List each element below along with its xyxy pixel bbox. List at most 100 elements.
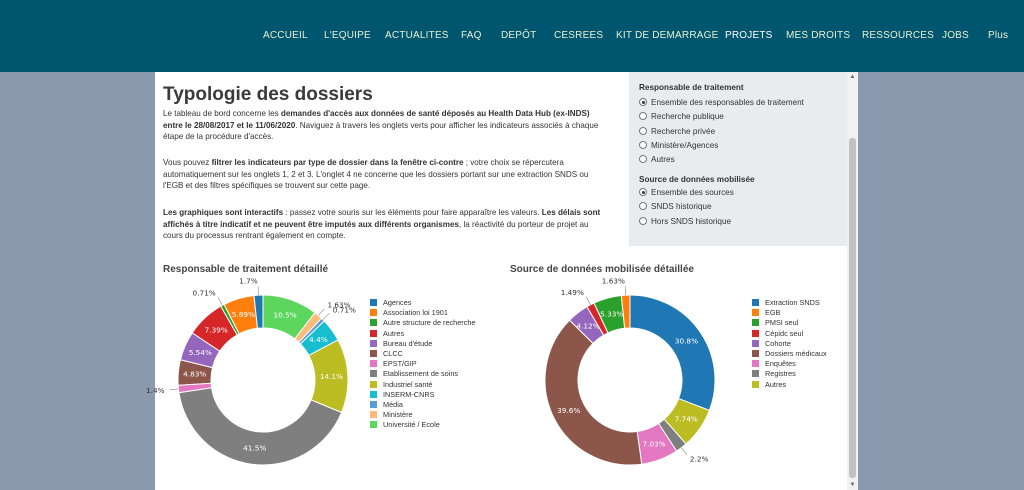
- legend-item[interactable]: Média: [370, 400, 475, 410]
- slice-label: 39.6%: [557, 406, 580, 415]
- legend-label: Cohorte: [765, 338, 791, 348]
- nav-item[interactable]: KIT DE DEMARRAGE: [616, 30, 718, 41]
- intro-text-bold: filtrer les indicateurs par type de doss…: [211, 158, 464, 167]
- nav-item[interactable]: ACTUALITES: [385, 30, 449, 41]
- legend-swatch: [370, 380, 377, 388]
- legend-swatch: [370, 360, 377, 368]
- radio-circle-icon[interactable]: [639, 202, 647, 211]
- legend-label: CLCC: [383, 348, 403, 358]
- scrollbar[interactable]: ▲ ▼: [847, 72, 858, 490]
- slice-label: 14.1%: [320, 372, 343, 381]
- filter-radio-option[interactable]: SNDS historique: [639, 201, 712, 213]
- legend-item[interactable]: Association loi 1901: [370, 308, 475, 318]
- legend-label: Bureau d'étude: [383, 338, 433, 348]
- scroll-down-arrow-icon[interactable]: ▼: [847, 480, 858, 490]
- donut-chart-responsable[interactable]: 10.5%1.63%0.71%4.4%14.1%41.5%1.4%4.83%5.…: [146, 277, 375, 490]
- filter-radio-option[interactable]: Ensemble des responsables de traitement: [639, 97, 804, 109]
- legend-swatch: [752, 339, 759, 347]
- page-title: Typologie des dossiers: [163, 84, 373, 105]
- legend-item[interactable]: Cohorte: [752, 339, 827, 349]
- slice-label: 41.5%: [243, 443, 266, 452]
- chart-title-responsable: Responsable de traitement détaillé: [163, 264, 329, 275]
- legend-label: Agences: [383, 298, 412, 307]
- legend-item[interactable]: Industriel santé: [370, 380, 475, 390]
- legend-item[interactable]: Autres: [752, 380, 827, 390]
- legend-item[interactable]: Ministère: [370, 410, 475, 420]
- slice-label: 5.33%: [600, 309, 623, 318]
- legend-label: Autres: [765, 379, 787, 389]
- radio-label: Ensemble des responsables de traitement: [651, 98, 804, 107]
- legend-item[interactable]: PMSI seul: [752, 318, 827, 328]
- radio-label: Autres: [651, 155, 675, 165]
- intro-text: : passez votre souris sur les éléments p…: [283, 208, 542, 217]
- filter-radio-option[interactable]: Autres: [639, 154, 675, 166]
- legend-item[interactable]: Autres: [370, 329, 475, 339]
- radio-circle-icon[interactable]: [639, 140, 647, 149]
- legend-item[interactable]: INSERM-CNRS: [370, 390, 475, 400]
- intro-text-bold: Les graphiques sont interactifs: [163, 208, 284, 217]
- legend-item[interactable]: Bureau d'étude: [370, 339, 475, 349]
- legend-item[interactable]: EGB: [752, 308, 827, 318]
- nav-item[interactable]: FAQ: [461, 30, 482, 41]
- nav-item[interactable]: L'EQUIPE: [324, 30, 371, 41]
- nav-item[interactable]: JOBS: [942, 30, 969, 41]
- radio-circle-icon[interactable]: [639, 112, 647, 121]
- legend-item[interactable]: Enquêtes: [752, 359, 827, 369]
- radio-label: Ensemble des sources: [651, 188, 734, 197]
- slice-label-leader: [681, 447, 688, 456]
- filter-radio-option[interactable]: Hors SNDS historique: [639, 216, 731, 228]
- slice-label-leader: [217, 297, 223, 306]
- intro-text: Le tableau de bord concerne les: [163, 109, 281, 118]
- legend-item[interactable]: Registres: [752, 369, 827, 379]
- slice-label: 5.89%: [232, 310, 255, 319]
- nav-item[interactable]: Plus: [988, 30, 1008, 41]
- slice-label: 10.5%: [274, 311, 297, 320]
- legend-swatch: [752, 309, 759, 317]
- slice-label: 1.7%: [239, 277, 258, 286]
- slice-label: 7.03%: [642, 440, 665, 449]
- nav-item[interactable]: PROJETS: [725, 30, 773, 41]
- legend-swatch: [370, 400, 377, 408]
- legend-item[interactable]: Cépidc seul: [752, 329, 827, 339]
- legend-item[interactable]: CLCC: [370, 349, 475, 359]
- donut-chart-source[interactable]: 30.8%7.74%2.2%7.03%39.6%4.12%1.49%5.33%1…: [525, 277, 745, 490]
- legend-swatch: [752, 380, 759, 388]
- legend-label: Dossiers médicaux: [765, 348, 827, 358]
- radio-circle-icon[interactable]: [639, 216, 647, 225]
- nav-item[interactable]: RESSOURCES: [862, 30, 934, 41]
- legend-item[interactable]: Extraction SNDS: [752, 298, 827, 308]
- radio-circle-icon[interactable]: [639, 155, 647, 164]
- slice-label: 7.74%: [675, 415, 698, 424]
- legend-item[interactable]: Dossiers médicaux: [752, 349, 827, 359]
- legend-swatch: [370, 319, 377, 327]
- legend-item[interactable]: Autre structure de recherche: [370, 318, 475, 328]
- radio-circle-icon[interactable]: [639, 126, 647, 135]
- filter-radio-option[interactable]: Ensemble des sources: [639, 187, 734, 199]
- legend-item[interactable]: Etablissement de soins: [370, 369, 475, 379]
- filter-radio-option[interactable]: Recherche privée: [639, 126, 715, 138]
- nav-item[interactable]: ACCUEIL: [263, 30, 308, 41]
- filter-radio-option[interactable]: Recherche publique: [639, 111, 724, 123]
- slice-label: 0.71%: [193, 289, 216, 298]
- donut-slice[interactable]: [629, 294, 716, 412]
- legend-item[interactable]: EPST/GIP: [370, 359, 475, 369]
- scroll-up-arrow-icon[interactable]: ▲: [847, 72, 858, 82]
- filter-radio-option[interactable]: Ministère/Agences: [639, 140, 718, 152]
- legend-label: Ministère: [383, 410, 413, 420]
- nav-item[interactable]: MES DROITS: [786, 30, 850, 41]
- scroll-thumb[interactable]: [849, 138, 856, 478]
- radio-label: Ministère/Agences: [651, 140, 719, 150]
- nav-item[interactable]: CESREES: [554, 30, 603, 41]
- legend-label: Association loi 1901: [383, 308, 448, 318]
- main-nav: ACCUEIL L'EQUIPE ACTUALITES FAQ DEPÔT CESREES…: [0, 30, 1024, 44]
- radio-circle-icon[interactable]: [639, 188, 647, 196]
- intro-paragraph-3: Les graphiques sont interactifs : passez…: [163, 207, 608, 242]
- legend-source: Extraction SNDS EGB PMSI seul Cépidc seul Co…: [752, 298, 827, 390]
- slice-label-leader: [585, 296, 591, 305]
- nav-item[interactable]: DEPÔT: [501, 30, 536, 41]
- slice-label: 5.54%: [189, 348, 212, 357]
- legend-item[interactable]: Université / Ecole: [370, 420, 475, 430]
- legend-item[interactable]: Agences: [370, 298, 475, 308]
- slice-label: 1.4%: [146, 386, 165, 395]
- radio-circle-icon[interactable]: [639, 98, 647, 106]
